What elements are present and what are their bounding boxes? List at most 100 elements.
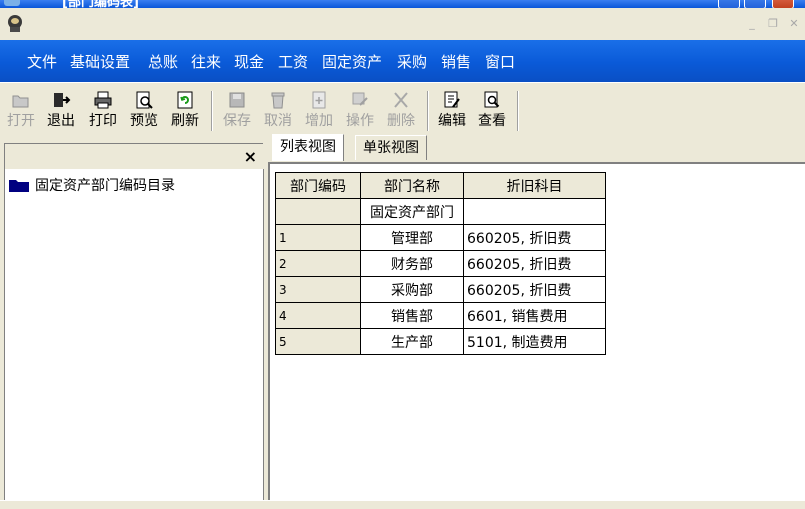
delete-x-icon bbox=[394, 92, 408, 108]
print-preview-icon bbox=[136, 91, 153, 109]
cell-account: 660205, 折旧费 bbox=[463, 224, 606, 251]
cancel-label: 取消 bbox=[264, 113, 292, 129]
column-header-code[interactable]: 部门编码 bbox=[275, 172, 361, 199]
folder-open-icon bbox=[12, 95, 29, 108]
table-row[interactable]: 3 采购部 660205, 折旧费 bbox=[275, 276, 606, 303]
refresh-label: 刷新 bbox=[171, 113, 199, 129]
cell-account bbox=[463, 198, 606, 225]
mdi-minimize-icon[interactable]: _ bbox=[745, 18, 759, 30]
tree-panel-header: × bbox=[4, 143, 263, 169]
column-header-name[interactable]: 部门名称 bbox=[360, 172, 464, 199]
delete-label: 删除 bbox=[387, 113, 415, 129]
menu-fixed-assets[interactable]: 固定资产 bbox=[322, 51, 382, 72]
exit-door-icon bbox=[54, 93, 71, 107]
preview-label: 预览 bbox=[130, 113, 158, 129]
table-row[interactable]: 4 销售部 6601, 销售费用 bbox=[275, 302, 606, 329]
list-view-panel: 部门编码 部门名称 折旧科目 固定资产部门 1 管理部 660205, 折旧费 … bbox=[268, 162, 805, 505]
cancel-button[interactable]: 取消 bbox=[261, 91, 295, 130]
document-app-icon[interactable] bbox=[6, 13, 24, 33]
menu-accounts[interactable]: 往来 bbox=[191, 51, 221, 72]
preview-button[interactable]: 预览 bbox=[127, 91, 161, 130]
department-tree-panel: × 固定资产部门编码目录 bbox=[4, 143, 264, 504]
exit-label: 退出 bbox=[47, 113, 75, 129]
open-button[interactable]: 打开 bbox=[4, 91, 38, 130]
menu-purchase[interactable]: 采购 bbox=[397, 51, 427, 72]
menu-basic-setup[interactable]: 基础设置 bbox=[70, 51, 130, 72]
operate-button[interactable]: 操作 bbox=[343, 91, 377, 130]
toolbar-separator bbox=[517, 91, 519, 131]
printer-icon bbox=[94, 91, 112, 109]
menu-bar: 文件 基础设置 总账 往来 现金 工资 固定资产 采购 销售 窗口 bbox=[0, 40, 805, 82]
print-label: 打印 bbox=[89, 113, 117, 129]
mdi-restore-icon[interactable]: ❐ bbox=[766, 18, 780, 30]
table-row[interactable]: 2 财务部 660205, 折旧费 bbox=[275, 250, 606, 277]
cancel-icon bbox=[271, 92, 285, 109]
table-row[interactable]: 1 管理部 660205, 折旧费 bbox=[275, 224, 606, 251]
cell-code: 4 bbox=[275, 302, 361, 329]
title-bar: [部门编码表] bbox=[0, 0, 805, 8]
print-button[interactable]: 打印 bbox=[86, 91, 120, 130]
app-icon bbox=[4, 0, 20, 6]
table-row[interactable]: 固定资产部门 bbox=[275, 198, 606, 225]
window-title: [部门编码表] bbox=[62, 0, 139, 8]
tree-root-node[interactable]: 固定资产部门编码目录 bbox=[9, 175, 175, 195]
view-label: 查看 bbox=[478, 113, 506, 129]
menu-file[interactable]: 文件 bbox=[27, 51, 57, 72]
view-magnifier-icon bbox=[484, 91, 500, 108]
save-button[interactable]: 保存 bbox=[220, 91, 254, 130]
cell-name: 销售部 bbox=[360, 302, 464, 329]
tab-list-view[interactable]: 列表视图 bbox=[272, 134, 344, 161]
menu-window[interactable]: 窗口 bbox=[485, 51, 515, 72]
folder-icon bbox=[9, 180, 29, 192]
delete-button[interactable]: 删除 bbox=[384, 91, 418, 130]
edit-pencil-icon bbox=[444, 91, 460, 108]
menu-cash[interactable]: 现金 bbox=[234, 51, 264, 72]
cell-name: 管理部 bbox=[360, 224, 464, 251]
refresh-icon bbox=[177, 91, 193, 109]
cell-code bbox=[275, 198, 361, 225]
view-button[interactable]: 查看 bbox=[475, 91, 509, 130]
close-tree-panel-button[interactable]: × bbox=[244, 148, 257, 166]
minimize-button[interactable] bbox=[718, 0, 740, 8]
cell-code: 3 bbox=[275, 276, 361, 303]
cell-name: 财务部 bbox=[360, 250, 464, 277]
tab-single-view-label: 单张视图 bbox=[363, 140, 419, 156]
tab-list-view-label: 列表视图 bbox=[280, 139, 336, 155]
cell-account: 5101, 制造费用 bbox=[463, 328, 606, 355]
toolbar-separator bbox=[427, 91, 429, 131]
toolbar: 打开 退出 打印 预览 刷新 保存 取消 增加 操作 删除 编辑 查看 bbox=[0, 82, 805, 140]
add-button[interactable]: 增加 bbox=[302, 91, 336, 130]
cell-name: 生产部 bbox=[360, 328, 464, 355]
save-disk-icon bbox=[229, 92, 245, 108]
maximize-button[interactable] bbox=[744, 0, 766, 8]
mdi-control-bar: _ ❐ ✕ bbox=[0, 8, 805, 39]
cell-account: 660205, 折旧费 bbox=[463, 276, 606, 303]
column-header-account[interactable]: 折旧科目 bbox=[463, 172, 606, 199]
edit-button[interactable]: 编辑 bbox=[435, 91, 469, 130]
close-button[interactable] bbox=[772, 0, 794, 8]
exit-button[interactable]: 退出 bbox=[44, 91, 78, 130]
table-row[interactable]: 5 生产部 5101, 制造费用 bbox=[275, 328, 606, 355]
toolbar-separator bbox=[211, 91, 213, 131]
operate-label: 操作 bbox=[346, 113, 374, 129]
department-table: 部门编码 部门名称 折旧科目 固定资产部门 1 管理部 660205, 折旧费 … bbox=[275, 172, 606, 355]
menu-payroll[interactable]: 工资 bbox=[278, 51, 308, 72]
add-document-icon bbox=[312, 91, 326, 109]
open-label: 打开 bbox=[7, 113, 35, 129]
save-label: 保存 bbox=[223, 113, 251, 129]
cell-name: 采购部 bbox=[360, 276, 464, 303]
cell-name: 固定资产部门 bbox=[360, 198, 464, 225]
cell-account: 6601, 销售费用 bbox=[463, 302, 606, 329]
cell-account: 660205, 折旧费 bbox=[463, 250, 606, 277]
cell-code: 5 bbox=[275, 328, 361, 355]
tree-root-label: 固定资产部门编码目录 bbox=[35, 178, 175, 194]
refresh-button[interactable]: 刷新 bbox=[168, 91, 202, 130]
tab-single-view[interactable]: 单张视图 bbox=[355, 135, 427, 160]
mdi-close-icon[interactable]: ✕ bbox=[787, 18, 801, 30]
table-header-row: 部门编码 部门名称 折旧科目 bbox=[275, 172, 606, 199]
menu-sales[interactable]: 销售 bbox=[441, 51, 471, 72]
department-tree: 固定资产部门编码目录 bbox=[4, 169, 264, 504]
menu-ledger[interactable]: 总账 bbox=[148, 51, 178, 72]
cell-code: 2 bbox=[275, 250, 361, 277]
edit-label: 编辑 bbox=[438, 113, 466, 129]
